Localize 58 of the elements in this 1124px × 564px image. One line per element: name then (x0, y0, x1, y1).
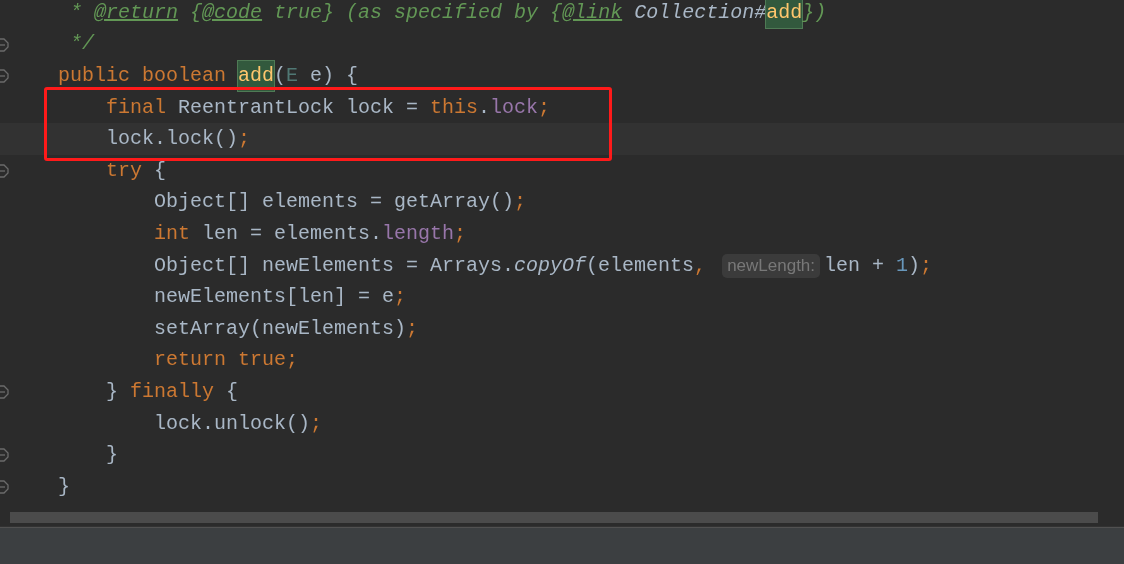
code-text: } (106, 442, 118, 469)
doc-reference: Collection# (633, 0, 767, 26)
code-keyword: ; (406, 315, 419, 342)
doc-tag: @return (94, 0, 179, 28)
code-keyword: int (154, 220, 191, 247)
code-comment: { (189, 0, 203, 26)
code-comment: */ (70, 31, 94, 58)
fold-icon[interactable] (0, 163, 9, 178)
code-keyword: ; (514, 189, 527, 216)
code-text: len + (824, 252, 886, 279)
type-parameter: E (286, 63, 299, 89)
horizontal-scrollbar[interactable] (10, 512, 1098, 523)
code-text: } (58, 473, 70, 500)
code-text: lock.lock() (106, 126, 239, 153)
code-text: ReentrantLock lock = (178, 94, 420, 121)
code-text: lock.unlock() (154, 410, 311, 437)
code-comment: * (70, 0, 83, 26)
code-keyword: ; (394, 284, 407, 311)
code-keyword: this (430, 94, 479, 121)
code-keyword: ; (538, 94, 551, 121)
code-keyword: try (106, 157, 143, 184)
code-comment: true} (as specified by { (273, 0, 563, 26)
code-text: } (106, 378, 119, 405)
field-name: lock (490, 94, 539, 121)
code-keyword: ; (310, 410, 323, 437)
code-text: len = elements. (202, 220, 383, 247)
code-text: setArray(newElements) (154, 315, 407, 342)
code-keyword: ; (454, 220, 467, 247)
code-text: e) { (309, 63, 359, 89)
fold-icon[interactable] (0, 385, 9, 400)
highlighted-identifier: add (238, 61, 275, 91)
fold-icon[interactable] (0, 69, 9, 84)
highlighted-identifier: add (766, 0, 803, 28)
fold-icon[interactable] (0, 37, 9, 52)
number-literal: 1 (896, 252, 909, 279)
code-text: . (478, 94, 491, 121)
doc-tag: @link (562, 0, 623, 28)
code-keyword: , (694, 252, 708, 279)
code-text: Object[] newElements = Arrays. (154, 252, 515, 279)
code-text: Object[] elements = getArray() (154, 189, 515, 216)
code-keyword: ; (238, 126, 251, 153)
method-call: copyOf (514, 252, 587, 279)
code-text: { (154, 157, 167, 184)
field-name: length (382, 220, 455, 247)
parameter-hint: newLength: (722, 253, 821, 278)
fold-icon[interactable] (0, 448, 9, 463)
doc-tag: @code (202, 0, 263, 28)
code-keyword: ; (920, 252, 933, 279)
fold-icon[interactable] (0, 479, 9, 494)
code-text: ( (274, 63, 287, 89)
code-text: (elements (586, 252, 695, 279)
code-keyword: final (106, 94, 167, 121)
code-text: newElements[len] = e (154, 284, 395, 311)
code-keyword: finally (130, 378, 216, 405)
code-text: { (226, 378, 239, 405)
code-keyword: return true; (154, 347, 299, 374)
code-text: ) (908, 252, 921, 279)
code-keyword: public boolean (58, 63, 228, 89)
